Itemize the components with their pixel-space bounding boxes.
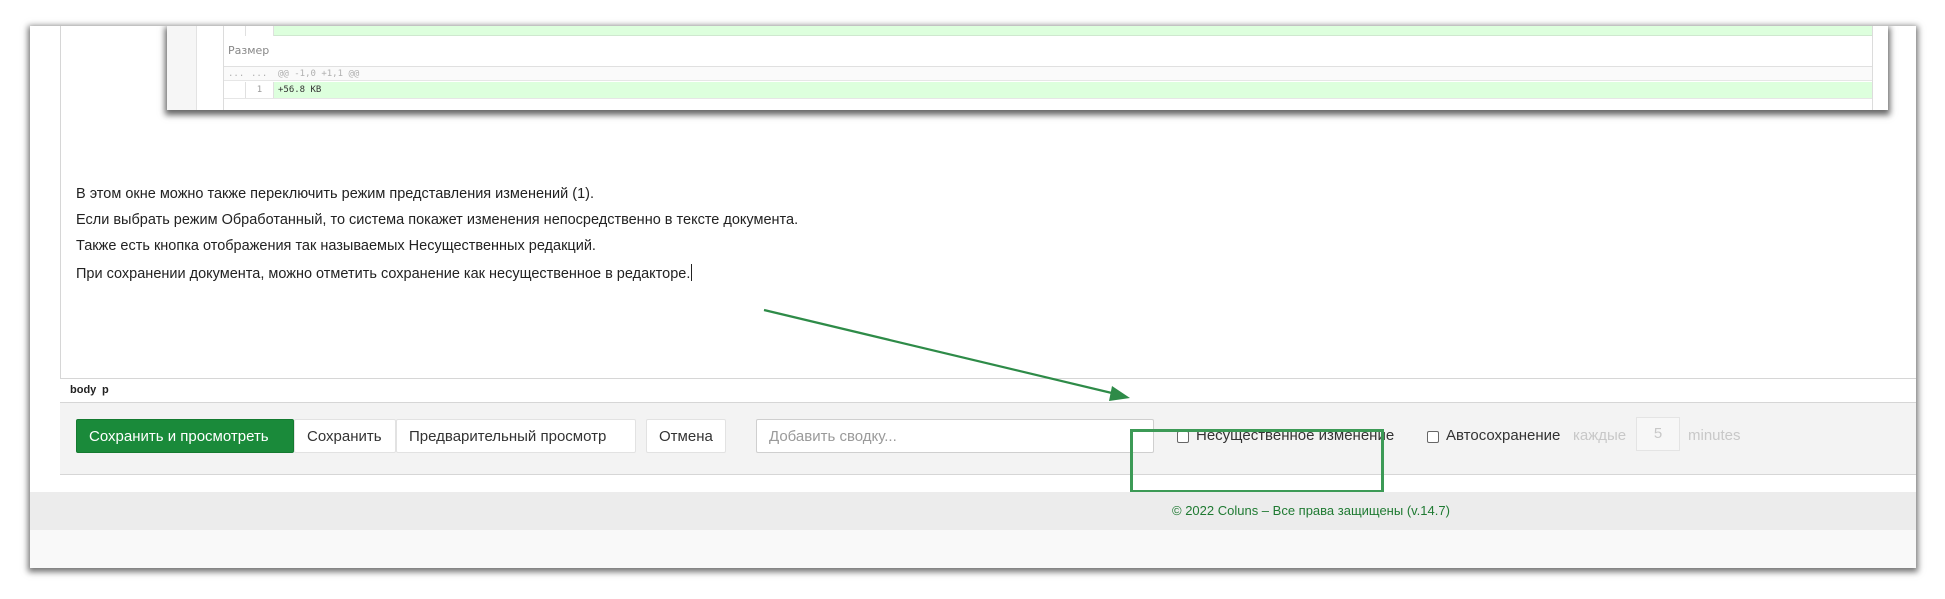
diff-gutter-old bbox=[224, 82, 246, 98]
diff-gutter-old bbox=[224, 26, 246, 36]
diff-line-number: 1 bbox=[246, 82, 274, 98]
path-item-body[interactable]: body bbox=[70, 384, 96, 396]
autosave-label[interactable]: Автосохранение bbox=[1446, 427, 1560, 444]
diff-row-added: 1 +56.8 KB bbox=[224, 82, 1872, 98]
paragraph-4: При сохранении документа, можно отметить… bbox=[76, 264, 693, 282]
diff-gutter-new bbox=[246, 26, 274, 36]
hunk-header-text: @@ -1,0 +1,1 @@ bbox=[278, 69, 360, 79]
diff-screenshot: Размер ... ... @@ -1,0 +1,1 @@ 1 +56.8 K… bbox=[167, 26, 1888, 110]
diff-left-gutter bbox=[167, 26, 197, 110]
paragraph-3: Также есть кнопка отображения так называ… bbox=[76, 238, 596, 254]
diff-row-added-previous bbox=[224, 26, 1872, 36]
diff-added-text: +56.8 KB bbox=[278, 85, 322, 95]
save-and-view-button[interactable]: Сохранить и просмотреть bbox=[76, 419, 294, 453]
text-caret bbox=[691, 264, 693, 281]
editor-toolbar: Сохранить и просмотреть Сохранить Предва… bbox=[60, 402, 1916, 475]
autosave-interval-input[interactable]: 5 bbox=[1636, 417, 1680, 451]
copyright-text: © 2022 Coluns – Все права защищены (v.14… bbox=[1172, 503, 1450, 518]
autosave-checkbox[interactable] bbox=[1427, 431, 1439, 443]
paragraph-1: В этом окне можно также переключить режи… bbox=[76, 186, 595, 202]
hunk-gutter-new: ... bbox=[251, 69, 268, 79]
minor-edit-highlight-box bbox=[1130, 429, 1384, 493]
autosave-every-label: каждые bbox=[1573, 427, 1627, 444]
cancel-button[interactable]: Отмена bbox=[646, 419, 726, 453]
path-item-p[interactable]: p bbox=[102, 384, 109, 396]
diff-row-empty bbox=[224, 98, 1872, 110]
footer-spacer bbox=[30, 530, 1916, 568]
preview-button[interactable]: Предварительный просмотр bbox=[396, 419, 636, 453]
page-footer: © 2022 Coluns – Все права защищены (v.14… bbox=[30, 492, 1916, 530]
diff-table: Размер ... ... @@ -1,0 +1,1 @@ 1 +56.8 K… bbox=[223, 26, 1873, 110]
autosave-minutes-label: minutes bbox=[1688, 427, 1741, 444]
save-button[interactable]: Сохранить bbox=[294, 419, 396, 453]
summary-input[interactable] bbox=[756, 419, 1154, 453]
element-path-bar: body p bbox=[60, 378, 1916, 402]
screenshot-frame: Размер ... ... @@ -1,0 +1,1 @@ 1 +56.8 K… bbox=[30, 26, 1916, 568]
hunk-gutter-old: ... bbox=[228, 69, 245, 79]
paragraph-2: Если выбрать режим Обработанный, то сист… bbox=[76, 212, 799, 228]
diff-hunk-header: ... ... @@ -1,0 +1,1 @@ bbox=[224, 66, 1872, 81]
paragraph-4-text: При сохранении документа, можно отметить… bbox=[76, 266, 691, 282]
diff-section-label: Размер bbox=[228, 44, 270, 57]
